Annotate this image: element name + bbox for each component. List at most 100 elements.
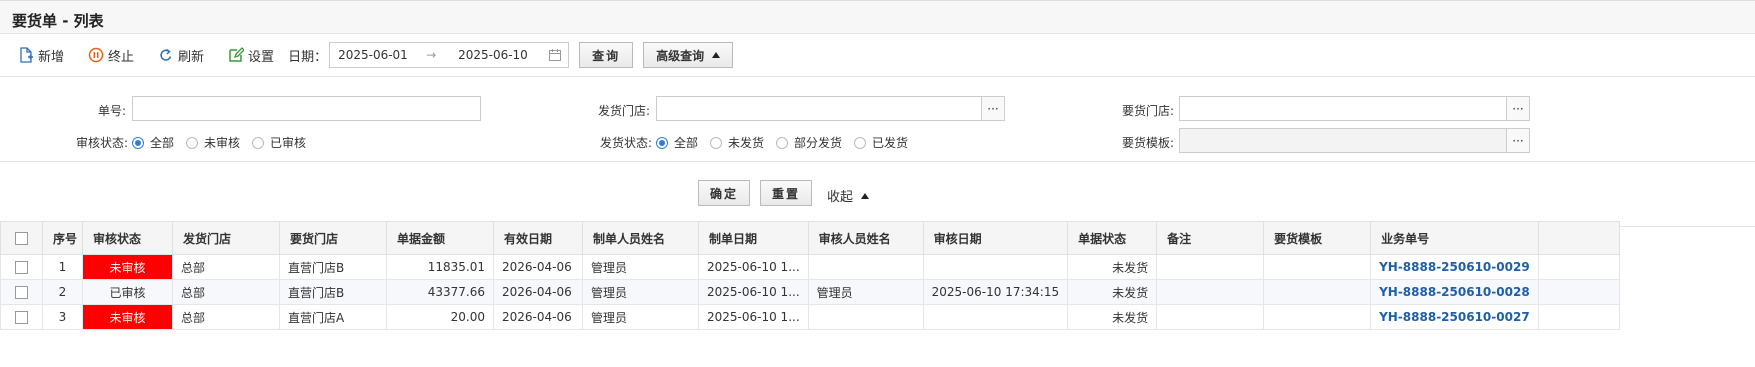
table-row[interactable]: 2 已审核 总部 直营门店B 43377.66 2026-04-06 管理员 2025-06-… [0,279,1620,305]
order-no-label: 单号: [97,104,126,118]
collapse-button[interactable]: 收起 [827,186,870,205]
date-range-input[interactable]: 2025-06-01 → 2025-06-10 [329,42,570,68]
ship-radio-shipped[interactable]: 已发货 [854,134,908,151]
ship-radio-all[interactable]: 全部 [656,134,698,151]
col-header: 有效日期 [493,221,583,255]
ship-radio-unshipped[interactable]: 未发货 [710,134,764,151]
query-button[interactable]: 查询 [579,42,634,68]
req-store-cell: 直营门店B [279,254,387,280]
ship-radio-partial[interactable]: 部分发货 [776,134,842,151]
col-header: 单据状态 [1067,221,1158,255]
table-row[interactable]: 3 未审核 总部 直营门店A 20.00 2026-04-06 管理员 2025-06-10 … [0,304,1620,330]
col-header: 备注 [1156,221,1265,255]
col-header: 序号 [42,221,83,255]
filter-panel: 单号: 发货门店: ··· 要货门店: ··· 审核状态: 全部 未审核 已审核… [0,77,1755,162]
confirm-button[interactable]: 确定 [698,180,750,206]
filter-actions: 确定 重置 收起 [0,162,1755,227]
advanced-query-button[interactable]: 高级查询 [643,42,734,68]
refresh-button[interactable]: 刷新 [158,46,204,65]
date-from[interactable]: 2025-06-01 [338,48,426,62]
template-label: 要货模板: [1121,136,1174,150]
date-label: 日期： [288,49,328,65]
ship-store-cell: 总部 [172,279,280,305]
auditor-cell [807,304,924,330]
date-separator: → [426,48,437,62]
radio-unchecked-icon [854,136,867,149]
audit-radio-unaudited[interactable]: 未审核 [186,134,240,151]
radio-label: 全部 [150,136,175,150]
radio-label: 未发货 [728,136,765,150]
req-store-input[interactable] [1179,96,1507,121]
table-row[interactable]: 1 未审核 总部 直营门店B 11835.01 2026-04-06 管理员 2025-06-… [0,254,1620,280]
query-label: 查询 [592,48,621,63]
biz-no-link[interactable]: YH-8888-250610-0027 [1370,304,1539,330]
audit-radio-all[interactable]: 全部 [132,134,174,151]
row-checkbox-cell[interactable] [0,279,43,305]
checkbox-icon[interactable] [15,286,28,299]
radio-unchecked-icon [710,136,723,149]
auditor-cell [807,254,924,280]
checkbox-icon[interactable] [15,232,28,245]
template-cell [1263,304,1372,330]
collapse-label: 收起 [827,190,854,205]
ship-status-label: 发货状态: [599,136,652,150]
select-all-checkbox-cell[interactable] [0,221,43,255]
valid-date-cell: 2026-04-06 [493,279,583,305]
row-checkbox-cell[interactable] [0,304,43,330]
table-header-row: 序号 审核状态 发货门店 要货门店 单据金额 有效日期 制单人员姓名 制单日期 … [0,221,1620,255]
radio-checked-icon [656,136,668,149]
audit-status-radio-group: 全部 未审核 已审核 [132,134,318,151]
valid-date-cell: 2026-04-06 [493,254,583,280]
amount-cell: 20.00 [386,304,494,330]
col-header: 审核日期 [922,221,1069,255]
reset-button[interactable]: 重置 [760,180,812,206]
add-button[interactable]: 新增 [18,46,64,65]
ship-store-label: 发货门店: [597,104,650,118]
col-header-spacer [1537,221,1620,255]
ship-store-cell: 总部 [172,254,280,280]
col-header: 业务单号 [1370,221,1539,255]
table-body: 1 未审核 总部 直营门店B 11835.01 2026-04-06 管理员 2025-06-… [0,254,1620,330]
template-input[interactable] [1179,128,1507,153]
settings-button[interactable]: 设置 [228,46,274,65]
date-to[interactable]: 2025-06-10 [458,48,528,62]
amount-cell: 11835.01 [386,254,494,280]
audit-status-cell: 已审核 [82,279,173,305]
doc-status-cell: 未发货 [1067,254,1158,280]
seq-cell: 3 [42,304,83,330]
auditor-cell: 管理员 [807,279,924,305]
maker-cell: 管理员 [582,254,699,280]
remark-cell [1156,254,1265,280]
page-root: 要货单 - 列表 新增 终止 刷新 设置 日期： 2025-06-01 → 20… [0,0,1755,367]
ship-store-picker-button[interactable]: ··· [981,96,1005,121]
radio-checked-icon [132,136,144,149]
req-store-cell: 直营门店A [279,304,387,330]
col-header: 单据金额 [386,221,494,255]
audit-date-cell [922,254,1069,280]
audit-radio-audited[interactable]: 已审核 [252,134,306,151]
checkbox-icon[interactable] [15,311,28,324]
calendar-icon[interactable] [548,48,562,62]
remark-cell [1156,279,1265,305]
req-store-picker-button[interactable]: ··· [1506,96,1530,121]
template-picker-button[interactable]: ··· [1506,128,1530,153]
triangle-up-icon [861,192,870,199]
checkbox-icon[interactable] [15,261,28,274]
biz-no-link[interactable]: YH-8888-250610-0029 [1370,254,1539,280]
radio-unchecked-icon [776,136,789,149]
audit-date-cell: 2025-06-10 17:34:15 [922,279,1069,305]
advanced-query-label: 高级查询 [656,48,705,63]
toolbar: 新增 终止 刷新 设置 日期： 2025-06-01 → 2025-06-10 … [0,34,1755,77]
stop-button[interactable]: 终止 [88,46,134,65]
col-header: 要货门店 [279,221,387,255]
req-store-label: 要货门店: [1121,104,1174,118]
seq-cell: 2 [42,279,83,305]
biz-no-link[interactable]: YH-8888-250610-0028 [1370,279,1539,305]
radio-label: 部分发货 [794,136,843,150]
valid-date-cell: 2026-04-06 [493,304,583,330]
row-spacer-cell [1537,254,1620,280]
ship-store-input[interactable] [656,96,982,121]
row-checkbox-cell[interactable] [0,254,43,280]
order-no-input[interactable] [132,96,481,121]
radio-label: 已审核 [270,136,307,150]
